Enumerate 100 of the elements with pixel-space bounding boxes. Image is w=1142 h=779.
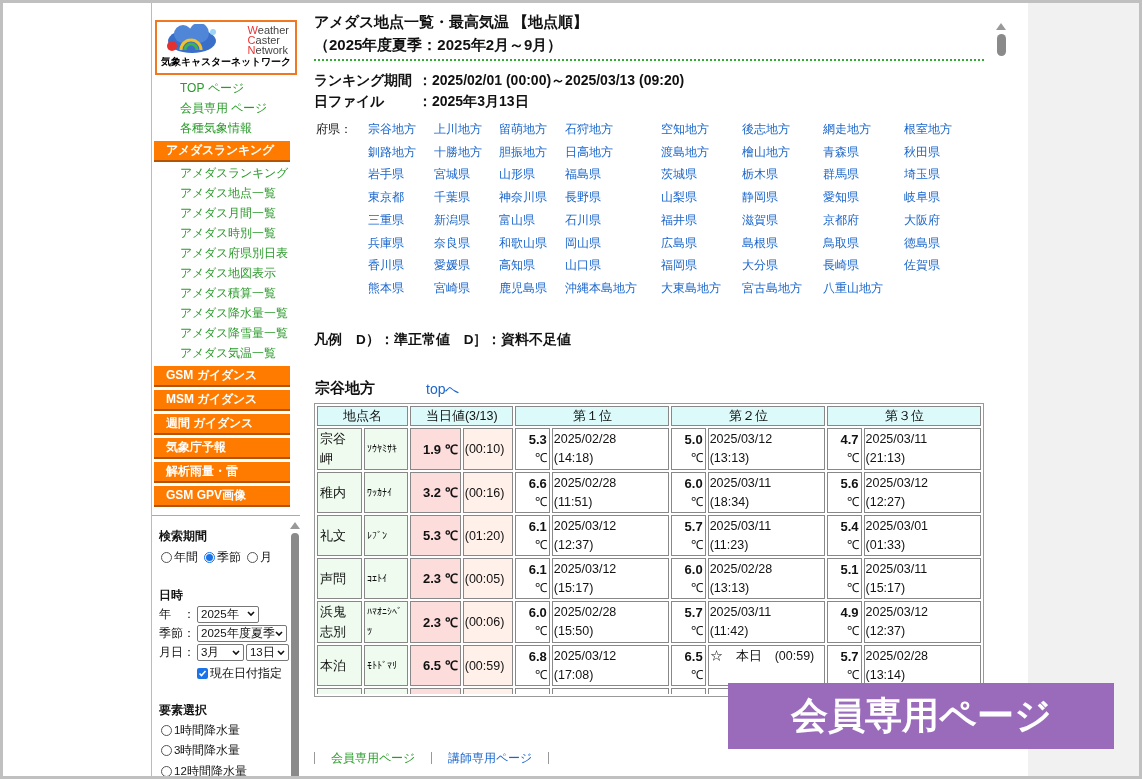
prefecture-link[interactable]: 滋賀県 bbox=[742, 212, 778, 227]
prefecture-link[interactable]: 檜山地方 bbox=[742, 144, 790, 159]
prefecture-link[interactable]: 鹿児島県 bbox=[499, 280, 547, 295]
prefecture-link[interactable]: 愛知県 bbox=[823, 190, 859, 205]
prefecture-link[interactable]: 空知地方 bbox=[661, 122, 709, 136]
prefecture-link[interactable]: 石川県 bbox=[565, 212, 601, 227]
table-cell: 5.0 ℃ bbox=[671, 428, 706, 471]
sidebar-link[interactable]: アメダス月間一覧 bbox=[180, 203, 276, 223]
sidebar-link[interactable]: アメダス地図表示 bbox=[180, 263, 276, 283]
radio-option[interactable]: 12時間降水量 bbox=[161, 762, 289, 776]
sidebar-link[interactable]: 会員専用 ページ bbox=[180, 98, 268, 118]
prefecture-link[interactable]: 島根県 bbox=[742, 235, 778, 250]
table-cell: 宗谷岬 bbox=[317, 428, 362, 471]
sidebar-link[interactable]: 各種気象情報 bbox=[180, 118, 252, 138]
radio-option[interactable]: 季節 bbox=[204, 549, 241, 567]
prefecture-link[interactable]: 渡島地方 bbox=[661, 144, 709, 159]
footer-link[interactable]: 講師専用ページ bbox=[448, 749, 532, 767]
prefecture-link[interactable]: 根室地方 bbox=[904, 122, 952, 136]
radio-option[interactable]: 年間 bbox=[161, 549, 198, 567]
prefecture-link[interactable]: 奈良県 bbox=[434, 235, 470, 250]
prefecture-link[interactable]: 胆振地方 bbox=[499, 144, 547, 159]
sidebar-link[interactable]: アメダス時別一覧 bbox=[180, 223, 276, 243]
prefecture-link[interactable]: 神奈川県 bbox=[499, 190, 547, 205]
prefecture-link[interactable]: 大阪府 bbox=[904, 212, 940, 227]
sidebar-link[interactable]: アメダス降雪量一覧 bbox=[180, 323, 288, 343]
table-cell: 2025/03/11 (18:34) bbox=[707, 472, 826, 514]
prefecture-link[interactable]: 静岡県 bbox=[742, 190, 778, 205]
prefecture-link[interactable]: 留萌地方 bbox=[499, 122, 547, 136]
checkbox-option[interactable]: 現在日付指定 bbox=[197, 664, 289, 682]
prefecture-link[interactable]: 兵庫県 bbox=[368, 235, 404, 250]
prefecture-link[interactable]: 埼玉県 bbox=[904, 167, 940, 182]
prefecture-link[interactable]: 佐賀県 bbox=[904, 258, 940, 273]
top-link[interactable]: topへ bbox=[426, 378, 460, 400]
sidebar-link[interactable]: TOP ページ bbox=[180, 78, 244, 98]
prefecture-link[interactable]: 青森県 bbox=[823, 144, 859, 159]
prefecture-link[interactable]: 岐阜県 bbox=[904, 190, 940, 205]
sidebar-link[interactable]: アメダス降水量一覧 bbox=[180, 303, 288, 323]
prefecture-link[interactable]: 三重県 bbox=[368, 212, 404, 227]
prefecture-link[interactable]: 八重山地方 bbox=[823, 280, 883, 295]
table-cell: 4.7 ℃ bbox=[827, 428, 862, 471]
prefecture-link[interactable]: 福島県 bbox=[565, 167, 601, 182]
prefecture-link[interactable]: 福井県 bbox=[661, 212, 697, 227]
prefecture-link[interactable]: 秋田県 bbox=[904, 144, 940, 159]
sidebar-link[interactable]: アメダス積算一覧 bbox=[180, 283, 276, 303]
prefecture-link[interactable]: 東京都 bbox=[368, 190, 404, 205]
prefecture-link[interactable]: 香川県 bbox=[368, 258, 404, 273]
prefecture-link[interactable]: 岡山県 bbox=[565, 235, 601, 250]
prefecture-link[interactable]: 大分県 bbox=[742, 258, 778, 273]
prefecture-link[interactable]: 沖縄本島地方 bbox=[565, 280, 637, 295]
table-cell: 6.6 ℃ bbox=[515, 472, 550, 514]
table-cell: ｺｴﾄｲ bbox=[363, 558, 409, 600]
prefecture-link[interactable]: 鳥取県 bbox=[823, 235, 859, 250]
select-field[interactable]: 2025年 bbox=[197, 605, 259, 623]
prefecture-link[interactable]: 釧路地方 bbox=[368, 144, 416, 159]
prefecture-link[interactable]: 宮城県 bbox=[434, 167, 470, 182]
prefecture-link[interactable]: 福岡県 bbox=[661, 258, 697, 273]
prefecture-link[interactable]: 宗谷地方 bbox=[368, 122, 416, 136]
sidebar-link[interactable]: アメダスランキング bbox=[180, 163, 288, 183]
prefecture-link[interactable]: 大東島地方 bbox=[661, 280, 721, 295]
prefecture-link[interactable]: 徳島県 bbox=[904, 235, 940, 250]
radio-option[interactable]: 1時間降水量 bbox=[161, 722, 289, 740]
prefecture-link[interactable]: 山梨県 bbox=[661, 190, 697, 205]
prefecture-link[interactable]: 山口県 bbox=[565, 258, 601, 273]
sidebar-link[interactable]: アメダス府県別日表 bbox=[180, 243, 288, 263]
select-field[interactable]: 3月 bbox=[197, 644, 244, 662]
info-value: ：2025年3月13日 bbox=[418, 92, 529, 111]
prefecture-link[interactable]: 十勝地方 bbox=[434, 144, 482, 159]
prefecture-link[interactable]: 高知県 bbox=[499, 258, 535, 273]
table-cell: 2025/03/11 (15:17) bbox=[863, 558, 981, 600]
select-field[interactable]: 2025年度夏季 bbox=[197, 625, 287, 643]
sidebar-link[interactable]: アメダス地点一覧 bbox=[180, 183, 276, 203]
select-field[interactable]: 13日 bbox=[245, 644, 289, 662]
prefecture-link[interactable]: 広島県 bbox=[661, 235, 697, 250]
prefecture-link[interactable]: 上川地方 bbox=[434, 122, 482, 136]
prefecture-link[interactable]: 日高地方 bbox=[565, 144, 613, 159]
prefecture-link[interactable]: 愛媛県 bbox=[434, 258, 470, 273]
prefecture-link[interactable]: 長野県 bbox=[565, 190, 601, 205]
prefecture-link[interactable]: 千葉県 bbox=[434, 190, 470, 205]
prefecture-link[interactable]: 京都府 bbox=[823, 212, 859, 227]
sidebar-link[interactable]: アメダス気温一覧 bbox=[180, 343, 276, 363]
logo[interactable]: Weather Caster Network 気象キャスターネットワーク bbox=[155, 20, 297, 75]
prefecture-link[interactable]: 山形県 bbox=[499, 167, 535, 182]
prefecture-link[interactable]: 石狩地方 bbox=[565, 122, 613, 136]
prefecture-link[interactable]: 和歌山県 bbox=[499, 235, 547, 250]
prefecture-link[interactable]: 長崎県 bbox=[823, 258, 859, 273]
prefecture-link[interactable]: 栃木県 bbox=[742, 167, 778, 182]
prefecture-link[interactable]: 宮古島地方 bbox=[742, 280, 802, 295]
prefecture-link[interactable]: 岩手県 bbox=[368, 167, 404, 182]
prefecture-link[interactable]: 宮崎県 bbox=[434, 280, 470, 295]
radio-option[interactable]: 3時間降水量 bbox=[161, 742, 289, 760]
radio-option[interactable]: 月 bbox=[247, 549, 272, 567]
table-cell: ﾓﾄﾄﾞﾏﾘ bbox=[363, 645, 409, 687]
prefecture-link[interactable]: 熊本県 bbox=[368, 280, 404, 295]
prefecture-link[interactable]: 群馬県 bbox=[823, 167, 859, 182]
prefecture-link[interactable]: 富山県 bbox=[499, 212, 535, 227]
prefecture-link[interactable]: 茨城県 bbox=[661, 167, 697, 182]
prefecture-link[interactable]: 新潟県 bbox=[434, 212, 470, 227]
prefecture-link[interactable]: 網走地方 bbox=[823, 122, 871, 136]
prefecture-link[interactable]: 後志地方 bbox=[742, 122, 790, 136]
footer-link[interactable]: 会員専用ページ bbox=[331, 749, 415, 767]
